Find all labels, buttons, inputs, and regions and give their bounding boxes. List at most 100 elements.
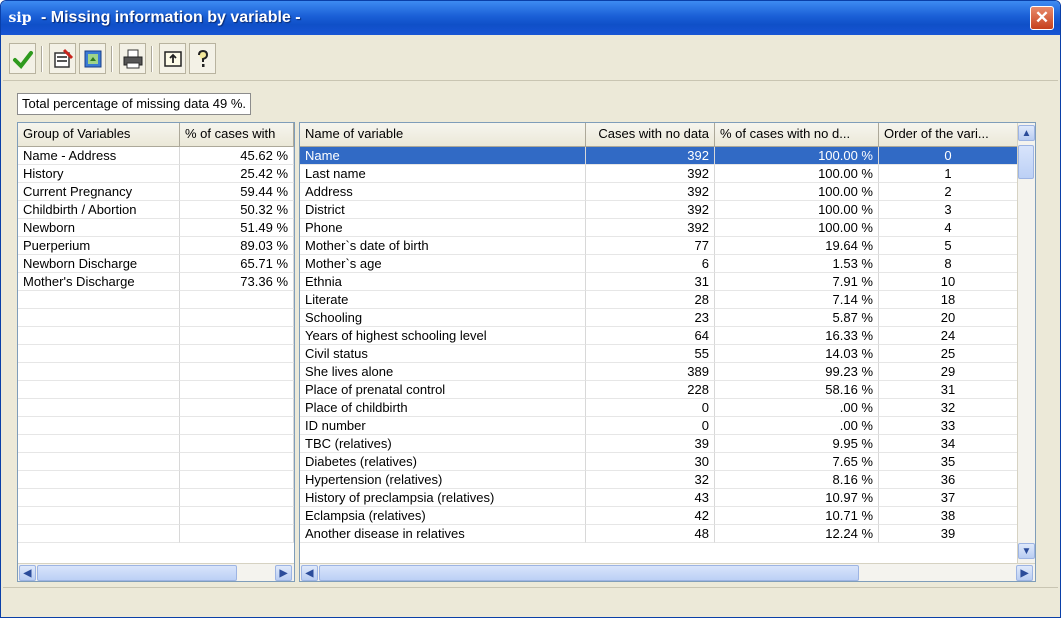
table-row[interactable]: Place of prenatal control 228 58.16 % 31 xyxy=(300,381,1018,399)
variables-grid[interactable]: Name of variable Cases with no data % of… xyxy=(299,122,1036,582)
empty-row[interactable] xyxy=(18,327,294,345)
order-cell: 1 xyxy=(879,165,1018,183)
table-row[interactable]: Mother`s date of birth 77 19.64 % 5 xyxy=(300,237,1018,255)
empty-row[interactable] xyxy=(18,291,294,309)
column-header-group-percent[interactable]: % of cases with xyxy=(180,123,294,146)
percent-no-data-cell: 7.65 % xyxy=(715,453,879,471)
table-row[interactable]: Schooling 23 5.87 % 20 xyxy=(300,309,1018,327)
table-row[interactable]: Newborn Discharge 65.71 % xyxy=(18,255,294,273)
table-row[interactable]: Current Pregnancy 59.44 % xyxy=(18,183,294,201)
table-row[interactable]: Phone 392 100.00 % 4 xyxy=(300,219,1018,237)
percent-no-data-cell: 10.97 % xyxy=(715,489,879,507)
scroll-left-arrow-icon[interactable]: ◀ xyxy=(19,565,36,581)
column-header-order[interactable]: Order of the vari... xyxy=(879,123,1018,146)
table-row[interactable]: Another disease in relatives 48 12.24 % 39 xyxy=(300,525,1018,543)
groups-hscrollbar[interactable]: ◀ ▶ xyxy=(18,563,294,581)
table-row[interactable]: Address 392 100.00 % 2 xyxy=(300,183,1018,201)
scroll-thumb[interactable] xyxy=(37,565,237,581)
column-header-group[interactable]: Group of Variables xyxy=(18,123,180,146)
close-button[interactable]: ✕ xyxy=(1030,6,1054,30)
scroll-up-arrow-icon[interactable]: ▲ xyxy=(1018,125,1035,141)
table-row[interactable]: District 392 100.00 % 3 xyxy=(300,201,1018,219)
table-row[interactable]: Hypertension (relatives) 32 8.16 % 36 xyxy=(300,471,1018,489)
group-name-cell xyxy=(18,417,180,435)
group-name-cell: Name - Address xyxy=(18,147,180,165)
title-bar[interactable]: sip - Missing information by variable - … xyxy=(1,1,1060,35)
variable-name-cell: District xyxy=(300,201,586,219)
table-row[interactable]: Eclampsia (relatives) 42 10.71 % 38 xyxy=(300,507,1018,525)
print-button[interactable] xyxy=(119,43,146,74)
variable-name-cell: ID number xyxy=(300,417,586,435)
table-row[interactable]: Place of childbirth 0.00 % 32 xyxy=(300,399,1018,417)
scroll-left-arrow-icon[interactable]: ◀ xyxy=(301,565,318,581)
table-row[interactable]: Ethnia 31 7.91 % 10 xyxy=(300,273,1018,291)
variable-name-cell: Another disease in relatives xyxy=(300,525,586,543)
percent-no-data-cell: 12.24 % xyxy=(715,525,879,543)
table-row[interactable]: Civil status 55 14.03 % 25 xyxy=(300,345,1018,363)
empty-row[interactable] xyxy=(18,363,294,381)
column-header-cases-no-data[interactable]: Cases with no data xyxy=(586,123,715,146)
column-header-percent-no-data[interactable]: % of cases with no d... xyxy=(715,123,879,146)
table-row[interactable]: TBC (relatives) 39 9.95 % 34 xyxy=(300,435,1018,453)
percent-no-data-cell: 5.87 % xyxy=(715,309,879,327)
order-cell: 35 xyxy=(879,453,1018,471)
table-row[interactable]: History of preclampsia (relatives) 43 10.9… xyxy=(300,489,1018,507)
empty-row[interactable] xyxy=(18,525,294,543)
table-row[interactable]: Puerperium 89.03 % xyxy=(18,237,294,255)
group-percent-cell xyxy=(180,507,294,525)
empty-row[interactable] xyxy=(18,309,294,327)
percent-no-data-cell: 16.33 % xyxy=(715,327,879,345)
table-row[interactable]: Name 392 100.00 % 0 xyxy=(300,147,1018,165)
accept-button[interactable] xyxy=(9,43,36,74)
table-row[interactable]: Last name 392 100.00 % 1 xyxy=(300,165,1018,183)
exit-button[interactable] xyxy=(159,43,186,74)
table-row[interactable]: History 25.42 % xyxy=(18,165,294,183)
cases-no-data-cell: 55 xyxy=(586,345,715,363)
scroll-right-arrow-icon[interactable]: ▶ xyxy=(275,565,292,581)
order-cell: 36 xyxy=(879,471,1018,489)
group-percent-cell xyxy=(180,453,294,471)
percent-no-data-cell: .00 % xyxy=(715,417,879,435)
window-title: - Missing information by variable - xyxy=(41,9,301,26)
empty-row[interactable] xyxy=(18,489,294,507)
table-row[interactable]: Years of highest schooling level 64 16.33 … xyxy=(300,327,1018,345)
empty-row[interactable] xyxy=(18,507,294,525)
table-row[interactable]: Literate 28 7.14 % 18 xyxy=(300,291,1018,309)
percent-no-data-cell: 100.00 % xyxy=(715,165,879,183)
variable-name-cell: Civil status xyxy=(300,345,586,363)
percent-no-data-cell: 1.53 % xyxy=(715,255,879,273)
empty-row[interactable] xyxy=(18,345,294,363)
scroll-down-arrow-icon[interactable]: ▼ xyxy=(1018,543,1035,559)
column-header-variable[interactable]: Name of variable xyxy=(300,123,586,146)
group-name-cell: Newborn xyxy=(18,219,180,237)
percent-no-data-cell: 14.03 % xyxy=(715,345,879,363)
group-percent-cell: 51.49 % xyxy=(180,219,294,237)
table-row[interactable]: Newborn 51.49 % xyxy=(18,219,294,237)
empty-row[interactable] xyxy=(18,399,294,417)
table-row[interactable]: Mother's Discharge 73.36 % xyxy=(18,273,294,291)
table-row[interactable]: Name - Address 45.62 % xyxy=(18,147,294,165)
table-row[interactable]: She lives alone 389 99.23 % 29 xyxy=(300,363,1018,381)
empty-row[interactable] xyxy=(18,453,294,471)
empty-row[interactable] xyxy=(18,381,294,399)
missing-cases-button[interactable] xyxy=(49,43,76,74)
order-cell: 25 xyxy=(879,345,1018,363)
groups-grid[interactable]: Group of Variables % of cases with Name … xyxy=(17,122,295,582)
empty-row[interactable] xyxy=(18,471,294,489)
scroll-thumb[interactable] xyxy=(319,565,859,581)
scroll-thumb[interactable] xyxy=(1018,145,1034,179)
variables-hscrollbar[interactable]: ◀ ▶ xyxy=(300,563,1035,581)
empty-row[interactable] xyxy=(18,435,294,453)
help-button[interactable] xyxy=(189,43,216,74)
variables-vscrollbar[interactable]: ▲ ▼ xyxy=(1017,123,1035,563)
export-grid-button[interactable] xyxy=(79,43,106,74)
table-row[interactable]: ID number 0.00 % 33 xyxy=(300,417,1018,435)
variables-header: Name of variable Cases with no data % of… xyxy=(300,123,1018,147)
order-cell: 20 xyxy=(879,309,1018,327)
scroll-right-arrow-icon[interactable]: ▶ xyxy=(1016,565,1033,581)
table-row[interactable]: Mother`s age 6 1.53 % 8 xyxy=(300,255,1018,273)
empty-row[interactable] xyxy=(18,417,294,435)
table-row[interactable]: Childbirth / Abortion 50.32 % xyxy=(18,201,294,219)
cases-no-data-cell: 23 xyxy=(586,309,715,327)
table-row[interactable]: Diabetes (relatives) 30 7.65 % 35 xyxy=(300,453,1018,471)
